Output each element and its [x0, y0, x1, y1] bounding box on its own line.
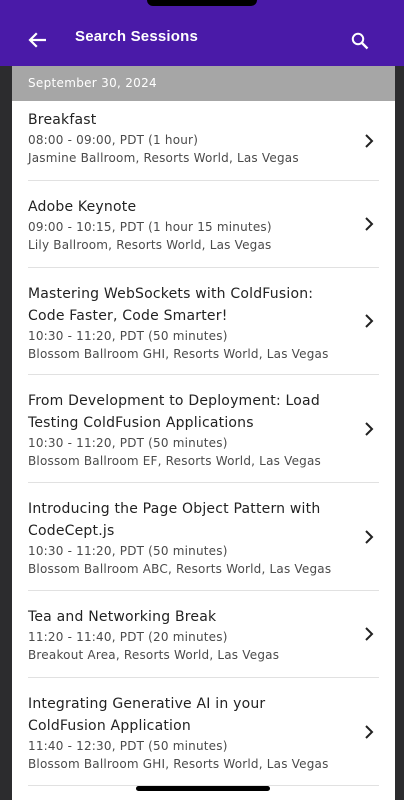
- chevron-right-icon: [365, 314, 374, 328]
- session-title: Tea and Networking Break: [28, 609, 217, 625]
- search-icon: [351, 32, 369, 50]
- session-time: 08:00 - 09:00, PDT (1 hour): [28, 133, 199, 147]
- chevron-right-icon: [365, 529, 374, 544]
- chevron-right-icon: [365, 627, 374, 641]
- session-list[interactable]: September 30, 2024 Breakfast 08:00 - 09:…: [12, 66, 395, 800]
- session-title: Adobe Keynote: [28, 199, 137, 215]
- session-time: 10:30 - 11:20, PDT (50 minutes): [28, 329, 228, 343]
- session-item[interactable]: Integrating Generative AI in your ColdFu…: [28, 678, 379, 786]
- session-time: 10:30 - 11:20, PDT (50 minutes): [28, 544, 228, 558]
- session-item[interactable]: Tea and Networking Break 11:20 - 11:40, …: [28, 591, 379, 678]
- session-location: Blossom Ballroom GHI, Resorts World, Las…: [28, 757, 329, 771]
- session-item[interactable]: From Development to Deployment: Load Tes…: [28, 375, 379, 483]
- session-time: 11:20 - 11:40, PDT (20 minutes): [28, 630, 228, 644]
- date-section-header: September 30, 2024: [12, 66, 395, 101]
- search-button[interactable]: [348, 29, 372, 53]
- session-location: Blossom Ballroom GHI, Resorts World, Las…: [28, 347, 329, 361]
- session-title: Breakfast: [28, 112, 97, 128]
- session-time: 11:40 - 12:30, PDT (50 minutes): [28, 739, 228, 753]
- app-bar: Search Sessions: [0, 0, 404, 66]
- camera-notch: [147, 0, 257, 6]
- chevron-right-icon: [365, 217, 374, 231]
- session-time: 10:30 - 11:20, PDT (50 minutes): [28, 436, 228, 450]
- session-item[interactable]: Adobe Keynote 09:00 - 10:15, PDT (1 hour…: [28, 181, 379, 268]
- chevron-right-icon: [365, 421, 374, 436]
- session-time: 09:00 - 10:15, PDT (1 hour 15 minutes): [28, 220, 272, 234]
- home-indicator[interactable]: [136, 786, 270, 791]
- session-location: Breakout Area, Resorts World, Las Vegas: [28, 648, 280, 662]
- session-location: Jasmine Ballroom, Resorts World, Las Veg…: [28, 151, 299, 165]
- session-location: Blossom Ballroom ABC, Resorts World, Las…: [28, 562, 332, 576]
- session-location: Lily Ballroom, Resorts World, Las Vegas: [28, 238, 272, 252]
- arrow-back-icon: [28, 32, 46, 48]
- chevron-right-icon: [365, 133, 374, 148]
- session-title: Integrating Generative AI in your ColdFu…: [28, 696, 266, 734]
- session-item[interactable]: Introducing the Page Object Pattern with…: [28, 483, 379, 591]
- session-item[interactable]: Breakfast 08:00 - 09:00, PDT (1 hour) Ja…: [28, 101, 379, 181]
- session-title: From Development to Deployment: Load Tes…: [28, 393, 320, 431]
- session-title: Mastering WebSockets with ColdFusion: Co…: [28, 286, 314, 324]
- session-location: Blossom Ballroom EF, Resorts World, Las …: [28, 454, 321, 468]
- page-title: Search Sessions: [75, 28, 199, 45]
- session-title: Introducing the Page Object Pattern with…: [28, 501, 321, 539]
- chevron-right-icon: [365, 724, 374, 739]
- back-button[interactable]: [25, 28, 49, 52]
- session-item[interactable]: Mastering WebSockets with ColdFusion: Co…: [28, 268, 379, 375]
- phone-screen: Search Sessions September 30, 2024 Break…: [0, 0, 404, 800]
